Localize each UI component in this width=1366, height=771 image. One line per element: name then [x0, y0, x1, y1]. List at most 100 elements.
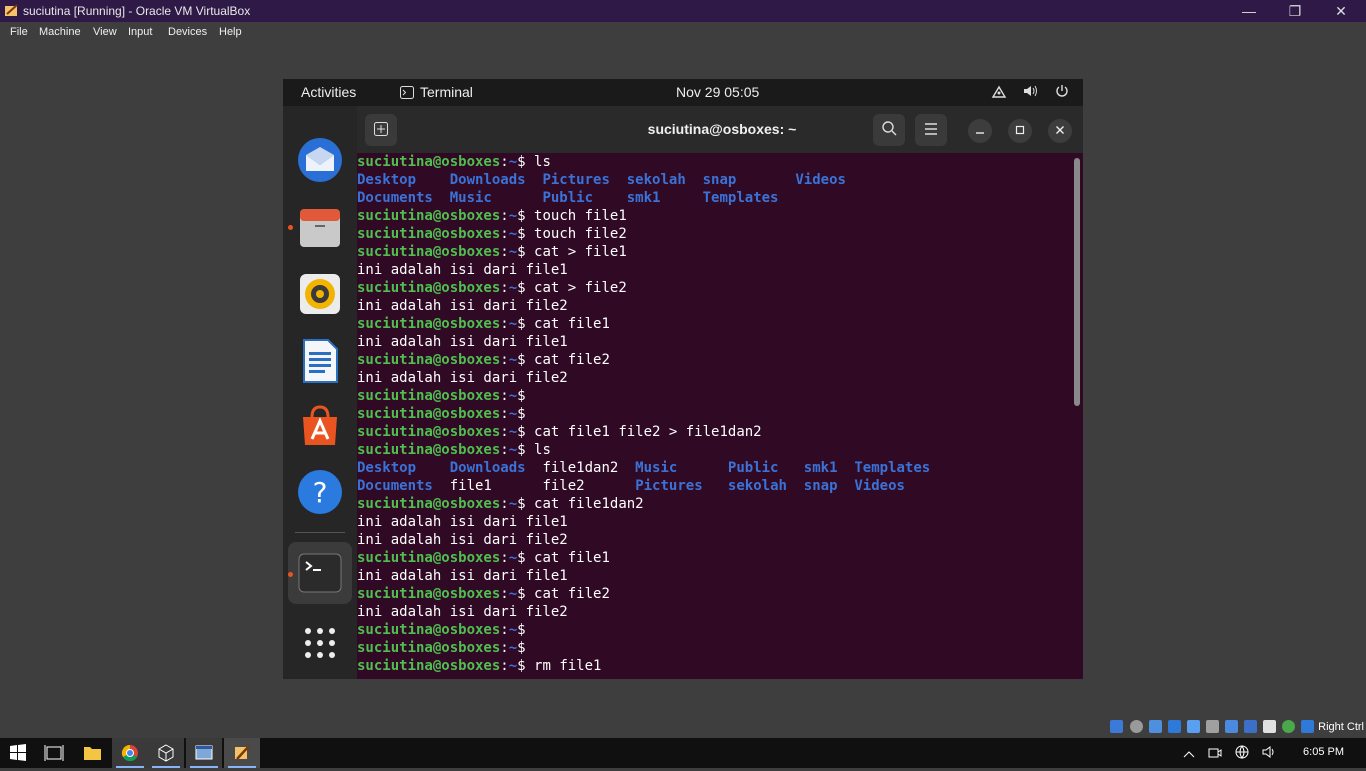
start-button[interactable] — [0, 738, 36, 768]
prompt-path: ~ — [508, 406, 518, 422]
menu-file[interactable]: File — [10, 26, 28, 38]
running-indicator — [288, 572, 293, 577]
terminal-title: suciutina@osboxes: ~ — [647, 121, 797, 137]
prompt-path: ~ — [508, 640, 518, 656]
recording-icon[interactable] — [1244, 720, 1257, 733]
minimize-button[interactable]: — — [1226, 0, 1272, 22]
prompt-separator: : — [500, 208, 509, 224]
prompt-symbol: $ — [517, 496, 526, 512]
prompt-separator: : — [500, 406, 509, 422]
hamburger-menu-button[interactable] — [915, 114, 947, 146]
menu-help[interactable]: Help — [219, 26, 242, 38]
optical-drive-icon[interactable] — [1130, 720, 1143, 733]
prompt-path: ~ — [508, 226, 518, 242]
terminal-command-line: suciutina@osboxes:~$ touch file2 — [357, 225, 1073, 243]
globe-icon[interactable] — [1235, 745, 1249, 762]
command-text: cat file1 file2 > file1dan2 — [525, 424, 762, 440]
keyboard-capture-icon[interactable] — [1301, 720, 1314, 733]
command-text: cat file2 — [525, 586, 610, 602]
virtualbox-icon — [5, 4, 18, 16]
prompt-user: suciutina@osboxes — [357, 280, 501, 296]
close-window-button[interactable] — [1048, 119, 1072, 143]
guest-screen[interactable]: Activities Terminal Nov 29 05:05 ? suciu… — [283, 79, 1083, 679]
prompt-user: suciutina@osboxes — [357, 496, 501, 512]
minimize-window-button[interactable] — [968, 119, 992, 143]
speaker-icon[interactable] — [1262, 745, 1278, 762]
prompt-symbol: $ — [517, 388, 526, 404]
prompt-separator: : — [500, 226, 509, 242]
prompt-user: suciutina@osboxes — [357, 550, 501, 566]
prompt-symbol: $ — [517, 640, 526, 656]
usb-icon[interactable] — [1187, 720, 1200, 733]
vm-window-button[interactable] — [224, 738, 260, 768]
chevron-up-icon[interactable] — [1183, 749, 1195, 762]
menu-view[interactable]: View — [93, 26, 117, 38]
app-menu-label: Terminal — [420, 84, 473, 100]
terminal-output-line: ini adalah isi dari file1 — [357, 568, 568, 584]
search-button[interactable] — [873, 114, 905, 146]
meet-now-icon[interactable] — [1208, 747, 1222, 762]
remote-display-button[interactable] — [186, 738, 222, 768]
prompt-symbol: $ — [517, 406, 526, 422]
help-icon[interactable]: ? — [297, 469, 343, 515]
display-icon[interactable] — [1225, 720, 1238, 733]
new-tab-button[interactable] — [365, 114, 397, 146]
terminal-command-line: suciutina@osboxes:~$ touch file1 — [357, 207, 1073, 225]
file-explorer-button[interactable] — [74, 738, 110, 768]
terminal-command-line: suciutina@osboxes:~$ cat file2 — [357, 585, 1073, 603]
command-text: ls — [525, 442, 551, 458]
network-adapter-icon[interactable] — [1168, 720, 1181, 733]
terminal-output-line: ini adalah isi dari file2 — [357, 604, 568, 620]
menu-machine[interactable]: Machine — [39, 26, 81, 38]
terminal-dock-icon[interactable] — [297, 550, 343, 596]
mouse-integration-icon[interactable] — [1282, 720, 1295, 733]
prompt-path: ~ — [508, 586, 518, 602]
directory-entry: Pictures — [542, 172, 610, 188]
audio-icon[interactable] — [1149, 720, 1162, 733]
terminal-icon — [400, 86, 414, 99]
thunderbird-icon[interactable] — [297, 137, 343, 183]
libreoffice-writer-icon[interactable] — [297, 338, 343, 384]
terminal-scrollbar[interactable] — [1074, 158, 1080, 406]
directory-entry: Documents — [357, 478, 433, 494]
virtualbox-vm-icon — [235, 745, 250, 760]
files-icon[interactable] — [297, 205, 343, 251]
system-tray[interactable] — [979, 84, 1069, 101]
chrome-button[interactable] — [112, 738, 148, 768]
terminal-header-bar: suciutina@osboxes: ~ — [357, 106, 1083, 153]
terminal-command-line: suciutina@osboxes:~$ cat file1 — [357, 315, 1073, 333]
menu-input[interactable]: Input — [128, 26, 152, 38]
activities-button[interactable]: Activities — [301, 84, 356, 100]
terminal-window[interactable]: suciutina@osboxes: ~ suciutina@osboxes:~… — [357, 106, 1083, 679]
app-center-icon[interactable] — [297, 403, 343, 449]
prompt-user: suciutina@osboxes — [357, 154, 501, 170]
directory-entry: Videos — [795, 172, 846, 188]
restore-button[interactable]: ❐ — [1272, 0, 1318, 22]
prompt-symbol: $ — [517, 442, 526, 458]
rhythmbox-icon[interactable] — [297, 271, 343, 317]
app-menu-terminal[interactable]: Terminal — [400, 84, 473, 100]
directory-entry: sekolah — [626, 172, 686, 188]
virtualbox-manager-button[interactable] — [148, 738, 184, 768]
directory-entry: Public — [727, 460, 779, 476]
cpu-icon[interactable] — [1263, 720, 1276, 733]
menu-devices[interactable]: Devices — [168, 26, 207, 38]
directory-entry: Downloads — [449, 172, 526, 188]
terminal-output-line: ini adalah isi dari file1 — [357, 262, 568, 278]
maximize-window-button[interactable] — [1008, 119, 1032, 143]
task-view-button[interactable] — [36, 738, 72, 768]
prompt-path: ~ — [508, 208, 518, 224]
system-tray[interactable] — [1173, 745, 1278, 762]
shared-folders-icon[interactable] — [1206, 720, 1219, 733]
command-text: touch file2 — [525, 226, 627, 242]
close-button[interactable]: ✕ — [1318, 0, 1364, 22]
terminal-output[interactable]: suciutina@osboxes:~$ ls Desktop Downloads… — [357, 153, 1073, 679]
prompt-symbol: $ — [517, 226, 526, 242]
show-applications-icon[interactable] — [297, 620, 343, 666]
terminal-command-line: suciutina@osboxes:~$ rm file1 — [357, 657, 1073, 675]
prompt-path: ~ — [508, 388, 518, 404]
taskbar-clock[interactable]: 6:05 PM — [1303, 746, 1344, 758]
prompt-separator: : — [500, 640, 509, 656]
clock[interactable]: Nov 29 05:05 — [676, 84, 816, 100]
hard-disk-icon[interactable] — [1110, 720, 1123, 733]
